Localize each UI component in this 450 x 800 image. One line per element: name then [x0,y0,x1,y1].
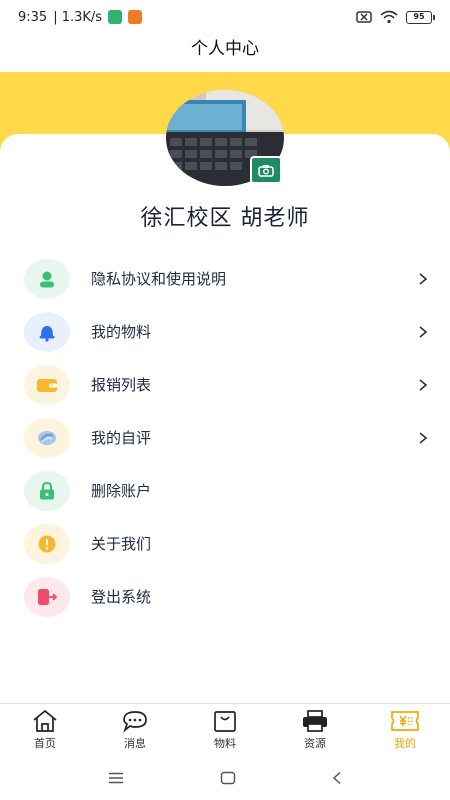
chevron-right-icon [414,429,432,447]
wallet-icon [24,364,70,405]
app-notification-icon [108,10,123,24]
tab-home[interactable]: 首页 [0,704,90,755]
menu-item-reimbursement[interactable]: 报销列表 [0,358,450,411]
menu-item-self-review[interactable]: 我的自评 [0,411,450,464]
menu-list: 隐私协议和使用说明 我的物料 报销列表 我的自评 删除账户 关于我们 登出系统 [0,252,450,623]
menu-item-about-us[interactable]: 关于我们 [0,517,450,570]
user-icon [24,258,70,299]
printer-icon [303,709,327,732]
menu-item-label: 隐私协议和使用说明 [91,270,227,288]
tab-resources[interactable]: 资源 [270,704,360,755]
home-button-icon[interactable] [220,771,236,785]
menu-item-label: 报销列表 [91,376,152,394]
user-name: 徐汇校区 胡老师 [140,206,310,231]
avatar-container[interactable] [166,90,284,186]
menu-item-label: 删除账户 [91,482,152,500]
chevron-right-icon [414,376,432,394]
info-icon [24,523,70,564]
menu-item-label: 我的自评 [91,429,152,447]
tab-label: 我的 [394,736,416,750]
tab-materials[interactable]: 物料 [180,704,270,755]
home-icon [33,709,57,732]
menu-item-delete-account[interactable]: 删除账户 [0,464,450,517]
tab-label: 消息 [124,736,146,750]
tab-messages[interactable]: 消息 [90,704,180,755]
camera-icon[interactable] [250,156,282,184]
back-icon[interactable] [332,771,342,785]
chevron-right-icon [414,270,432,288]
menu-item-label: 我的物料 [91,323,152,341]
logout-icon [24,576,70,617]
bottom-tab-bar: 首页 消息 物料 资源 我的 [0,703,450,755]
menu-item-label: 登出系统 [91,588,152,606]
sim-off-icon [356,11,372,23]
menu-item-privacy[interactable]: 隐私协议和使用说明 [0,252,450,305]
menu-item-logout[interactable]: 登出系统 [0,570,450,623]
menu-item-materials[interactable]: 我的物料 [0,305,450,358]
app-notification-icon-2 [128,10,143,24]
status-network-speed: | 1.3K/s [53,9,103,25]
shopping-bag-icon [214,710,236,732]
yen-ticket-icon [391,710,419,731]
wifi-icon [380,10,398,24]
page-title: 个人中心 [191,39,259,59]
lock-icon [24,470,70,511]
chevron-right-icon [414,323,432,341]
tab-label: 物料 [214,736,236,750]
tab-mine[interactable]: 我的 [360,704,450,755]
self-review-icon [24,417,70,458]
battery-icon: 95 [406,10,435,24]
bell-icon [24,311,70,352]
menu-icon[interactable] [108,772,124,784]
menu-item-label: 关于我们 [91,535,152,553]
tab-label: 首页 [34,736,56,750]
system-nav-bar [0,755,450,800]
tab-label: 资源 [304,736,326,750]
status-bar: 9:35 | 1.3K/s 95 [0,0,450,34]
status-time: 9:35 [18,9,48,25]
message-icon [123,710,147,732]
